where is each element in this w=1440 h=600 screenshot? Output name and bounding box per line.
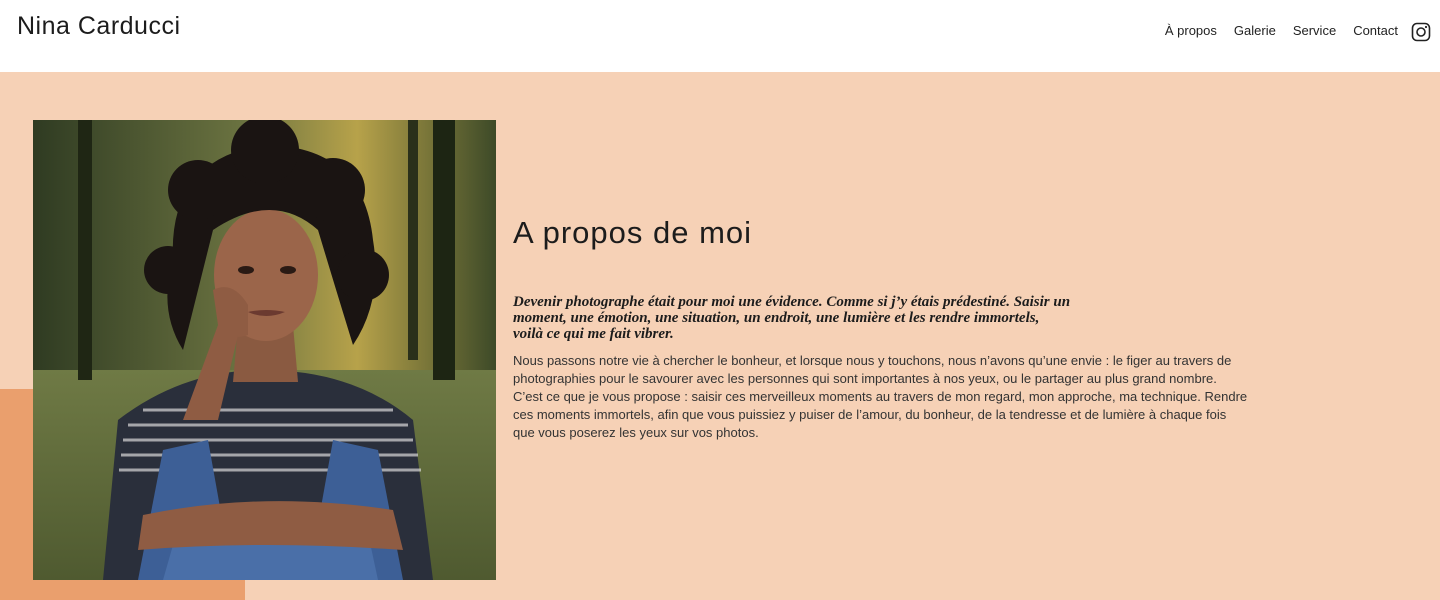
site-header: Nina Carducci À propos Galerie Service C… bbox=[0, 0, 1440, 72]
brand-name[interactable]: Nina Carducci bbox=[17, 12, 181, 41]
instagram-icon[interactable] bbox=[1411, 22, 1431, 42]
nav-link-about[interactable]: À propos bbox=[1165, 23, 1217, 38]
main-nav: À propos Galerie Service Contact bbox=[1165, 23, 1398, 38]
about-section: A propos de moi Devenir photographe étai… bbox=[0, 72, 1440, 600]
about-body-text: Nous passons notre vie à chercher le bon… bbox=[513, 353, 1248, 440]
page-title: A propos de moi bbox=[513, 215, 753, 250]
nav-link-service[interactable]: Service bbox=[1293, 23, 1336, 38]
nav-link-contact[interactable]: Contact bbox=[1353, 23, 1398, 38]
about-lead-quote: Devenir photographe était pour moi une é… bbox=[513, 294, 1071, 342]
portrait-photo bbox=[33, 120, 496, 580]
nav-link-gallery[interactable]: Galerie bbox=[1234, 23, 1276, 38]
